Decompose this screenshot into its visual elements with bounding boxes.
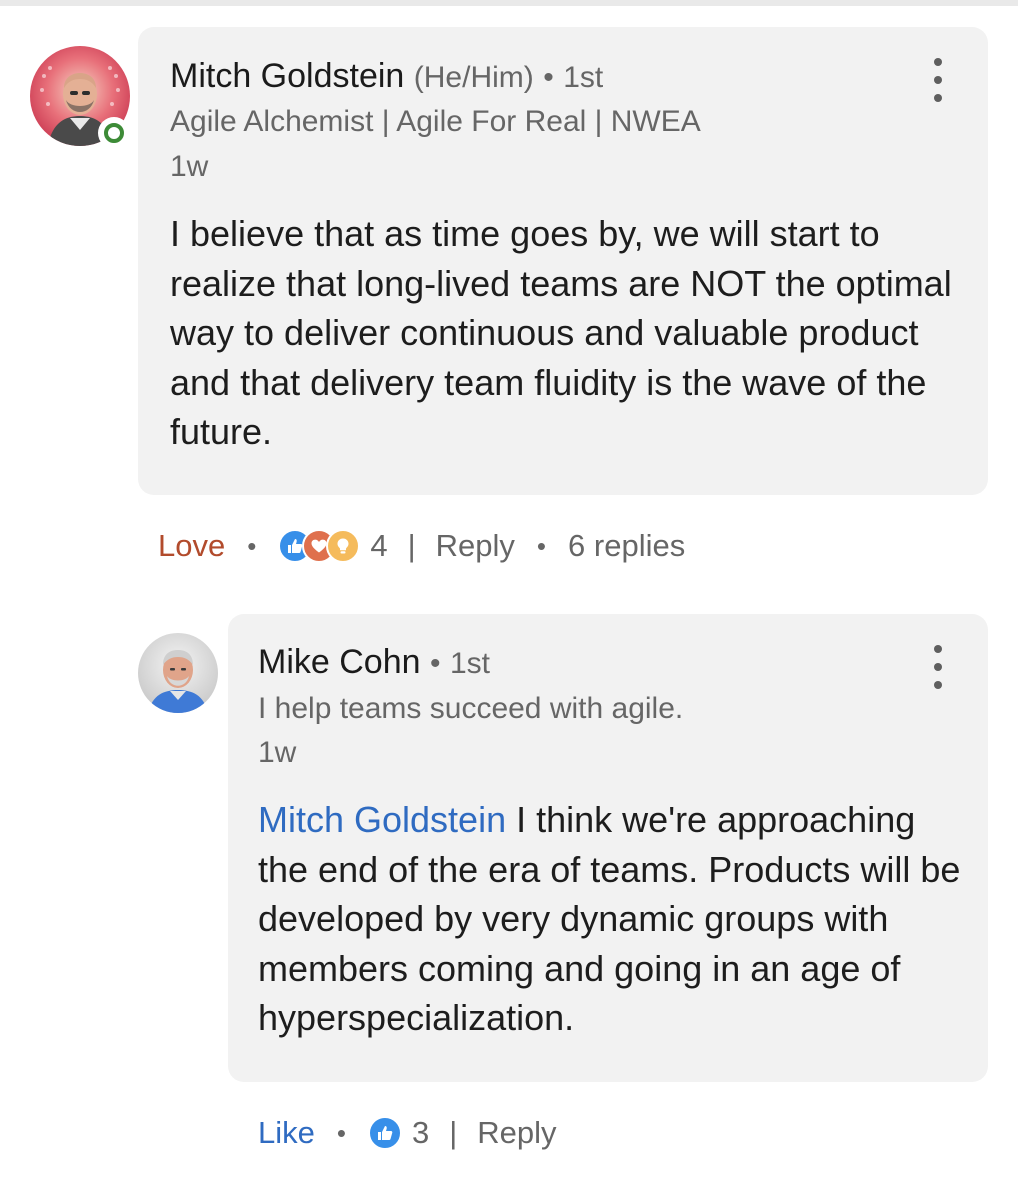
replies-count-link[interactable]: 6 replies <box>568 526 685 566</box>
reaction-summary[interactable] <box>367 1116 402 1150</box>
reply-author-line: Mike Cohn • 1st <box>258 642 490 684</box>
comment-more-options-icon[interactable] <box>926 58 950 102</box>
reply-button[interactable]: Reply <box>436 526 515 566</box>
reaction-count[interactable]: 4 <box>370 526 387 566</box>
separator-dot: • <box>247 531 257 561</box>
comment-author-headline: Agile Alchemist | Agile For Real | NWEA <box>170 105 701 138</box>
reply-button[interactable]: Reply <box>477 1113 556 1153</box>
like-icon <box>367 1116 402 1150</box>
separator-dot: • <box>543 61 554 94</box>
divider: | <box>407 528 416 563</box>
like-button[interactable]: Like <box>258 1113 315 1153</box>
top-divider <box>0 0 1018 6</box>
reply-author-headline: I help teams succeed with agile. <box>258 692 684 725</box>
divider: | <box>449 1115 458 1150</box>
comment-timestamp: 1w <box>170 150 209 183</box>
comment-author-line: Mitch Goldstein (He/Him) • 1st <box>170 56 603 98</box>
separator-dot: • <box>429 647 441 680</box>
love-reaction-button[interactable]: Love <box>158 526 225 566</box>
mention-link[interactable]: Mitch Goldstein <box>258 799 506 840</box>
insightful-icon <box>326 529 361 563</box>
separator-dot: • <box>336 1118 346 1148</box>
avatar-photo <box>138 633 218 713</box>
reply-text-container: Mitch Goldstein I think we're approachin… <box>258 795 970 1043</box>
reply-actions: Like • 3 | Reply <box>258 1113 557 1153</box>
online-status-icon <box>98 117 130 149</box>
reaction-count[interactable]: 3 <box>412 1113 429 1153</box>
reaction-summary[interactable] <box>278 529 361 563</box>
reply-connection-degree: 1st <box>449 647 490 680</box>
comment-text: I believe that as time goes by, we will … <box>170 213 952 453</box>
comment-actions: Love • 4 | Reply • 6 replies <box>158 526 685 566</box>
comment-author-name[interactable]: Mitch Goldstein <box>170 57 404 95</box>
reply-more-options-icon[interactable] <box>926 645 950 689</box>
reply-timestamp: 1w <box>258 736 297 769</box>
reply-author-name[interactable]: Mike Cohn <box>258 643 421 681</box>
avatar-mike-cohn[interactable] <box>138 633 218 713</box>
comment-connection-degree: 1st <box>563 61 604 94</box>
separator-dot: • <box>536 531 547 561</box>
comment-author-pronouns: (He/Him) <box>413 61 534 94</box>
